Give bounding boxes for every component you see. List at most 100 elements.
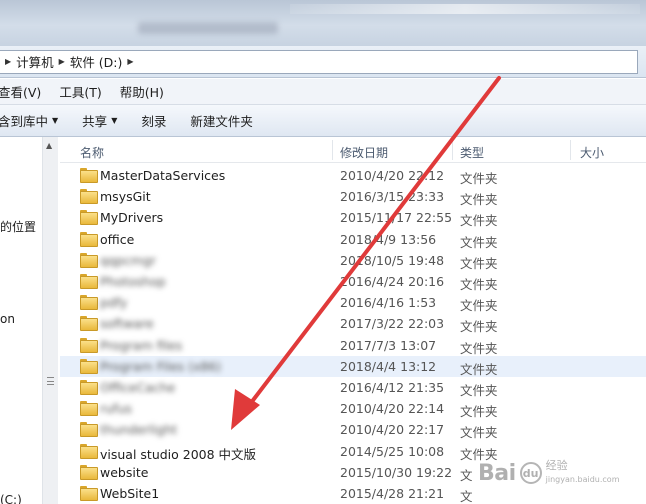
breadcrumb-computer[interactable]: 计算机 bbox=[16, 52, 54, 71]
share-label: 共享 bbox=[82, 114, 108, 129]
new-folder-button[interactable]: 新建文件夹 bbox=[178, 111, 265, 130]
dropdown-caret-icon: ▼ bbox=[111, 116, 118, 125]
file-type: 文件夹 bbox=[460, 171, 498, 186]
file-name: website bbox=[100, 464, 149, 480]
nav-item-position[interactable]: 的位置 bbox=[0, 218, 36, 235]
file-row[interactable]: OfficeCache 2016/4/12 21:35 文件夹 bbox=[60, 377, 646, 398]
file-name: thunderlight bbox=[100, 422, 178, 438]
file-date: 2015/4/28 21:21 bbox=[340, 486, 445, 501]
column-divider[interactable] bbox=[570, 140, 571, 160]
file-name: OfficeCache bbox=[100, 380, 176, 395]
file-date: 2016/4/16 1:53 bbox=[340, 295, 437, 311]
file-date: 2010/4/20 22:12 bbox=[340, 168, 445, 183]
titlebar-glass-highlight bbox=[290, 4, 640, 14]
column-type-header[interactable]: 类型 bbox=[460, 144, 484, 161]
file-name: WebSite1 bbox=[100, 486, 160, 501]
file-name: pdfy bbox=[100, 295, 128, 311]
file-date: 2010/4/20 22:14 bbox=[340, 401, 445, 417]
burn-button[interactable]: 刻录 bbox=[129, 111, 178, 130]
file-row[interactable]: office 2018/4/9 13:56 文件夹 bbox=[60, 229, 646, 250]
scrollbar-grip-icon[interactable] bbox=[47, 377, 54, 385]
folder-icon bbox=[80, 380, 98, 395]
file-name: Program Files (x86) bbox=[100, 358, 222, 374]
file-type: 文件夹 bbox=[460, 298, 498, 314]
file-type: 文件夹 bbox=[460, 404, 498, 420]
folder-icon bbox=[80, 358, 98, 374]
folder-icon bbox=[80, 231, 98, 247]
column-divider[interactable] bbox=[452, 140, 453, 160]
breadcrumb-chevron-icon[interactable]: ▶ bbox=[127, 57, 133, 66]
folder-icon bbox=[80, 210, 98, 226]
file-row[interactable]: thunderlight 2010/4/20 22:17 文件夹 bbox=[60, 419, 646, 440]
scroll-up-arrow-icon[interactable]: ▲ bbox=[46, 141, 52, 150]
watermark-line2: jingyan.baidu.com bbox=[545, 475, 620, 484]
file-date: 2016/4/12 21:35 bbox=[340, 380, 445, 395]
baidu-watermark: Bai du 经验 jingyan.baidu.com bbox=[478, 448, 642, 498]
watermark-logo-text: Bai bbox=[478, 460, 516, 486]
nav-item-drive-c[interactable]: (C:) bbox=[0, 493, 22, 504]
file-date: 2010/4/20 22:17 bbox=[340, 422, 445, 438]
column-size-header[interactable]: 大小 bbox=[580, 144, 604, 161]
file-row[interactable]: Photoshop 2016/4/24 20:16 文件夹 bbox=[60, 271, 646, 292]
nav-item-on[interactable]: on bbox=[0, 312, 15, 326]
file-name: Program files bbox=[100, 337, 183, 353]
folder-icon bbox=[80, 486, 98, 501]
folder-icon bbox=[80, 274, 98, 289]
file-name: visual studio 2008 中文版 bbox=[100, 446, 257, 462]
menu-tools[interactable]: 工具(T) bbox=[50, 82, 110, 101]
breadcrumb-chevron-icon[interactable]: ▶ bbox=[5, 57, 11, 66]
folder-icon bbox=[80, 189, 98, 205]
file-type: 文件夹 bbox=[460, 383, 498, 398]
window-titlebar bbox=[0, 0, 646, 46]
file-date: 2016/3/15 23:33 bbox=[340, 189, 445, 205]
column-divider[interactable] bbox=[332, 140, 333, 160]
file-row[interactable]: MasterDataServices 2010/4/20 22:12 文件夹 bbox=[60, 165, 646, 186]
breadcrumb-chevron-icon[interactable]: ▶ bbox=[59, 57, 65, 66]
breadcrumb-drive-d[interactable]: 软件 (D:) bbox=[70, 52, 123, 71]
address-breadcrumb[interactable]: ▶ 计算机 ▶ 软件 (D:) ▶ bbox=[0, 49, 638, 74]
file-row[interactable]: msysGit 2016/3/15 23:33 文件夹 bbox=[60, 186, 646, 207]
file-type: 文件夹 bbox=[460, 361, 498, 377]
column-header-row: ︿ 名称 修改日期 类型 大小 bbox=[60, 137, 646, 163]
menu-help[interactable]: 帮助(H) bbox=[111, 82, 173, 101]
file-name: MyDrivers bbox=[100, 210, 164, 226]
file-row[interactable]: qqpcmgr 2018/10/5 19:48 文件夹 bbox=[60, 250, 646, 271]
menu-view[interactable]: 查看(V) bbox=[0, 82, 50, 101]
include-in-library-button[interactable]: 含到库中 ▼ bbox=[0, 111, 70, 130]
file-name: rufus bbox=[100, 401, 132, 417]
menu-bar: 查看(V) 工具(T) 帮助(H) bbox=[0, 79, 646, 105]
file-row[interactable]: Program Files (x86) 2018/4/4 13:12 文件夹 bbox=[60, 355, 646, 377]
file-name: software bbox=[100, 316, 154, 332]
column-date-header[interactable]: 修改日期 bbox=[340, 144, 388, 161]
file-row[interactable]: rufus 2010/4/20 22:14 文件夹 bbox=[60, 398, 646, 419]
file-row[interactable]: software 2017/3/22 22:03 文件夹 bbox=[60, 313, 646, 334]
file-date: 2016/4/24 20:16 bbox=[340, 274, 445, 289]
file-type: 文件夹 bbox=[460, 277, 498, 292]
file-type: 文件夹 bbox=[460, 213, 498, 229]
folder-icon bbox=[80, 295, 98, 311]
folder-icon bbox=[80, 316, 98, 332]
file-date: 2015/10/30 19:22 bbox=[340, 464, 453, 480]
share-button[interactable]: 共享 ▼ bbox=[70, 111, 129, 130]
navigation-scrollbar[interactable]: ▲ bbox=[42, 137, 58, 504]
file-date: 2017/7/3 13:07 bbox=[340, 337, 437, 353]
file-type: 文件夹 bbox=[460, 192, 498, 208]
file-date: 2015/11/17 22:55 bbox=[340, 210, 453, 226]
dropdown-caret-icon: ▼ bbox=[52, 116, 59, 125]
file-date: 2018/10/5 19:48 bbox=[340, 252, 445, 268]
column-name-header[interactable]: 名称 bbox=[80, 144, 104, 161]
file-name: office bbox=[100, 231, 135, 247]
file-row[interactable]: pdfy 2016/4/16 1:53 文件夹 bbox=[60, 292, 646, 313]
file-row[interactable]: Program files 2017/7/3 13:07 文件夹 bbox=[60, 335, 646, 356]
address-bar: ▶ 计算机 ▶ 软件 (D:) ▶ bbox=[0, 46, 646, 78]
folder-icon bbox=[80, 337, 98, 353]
baidu-paw-icon: du bbox=[519, 462, 542, 484]
file-type: 文件夹 bbox=[460, 425, 498, 441]
file-date: 2018/4/4 13:12 bbox=[340, 358, 437, 374]
file-type: 文件夹 bbox=[460, 234, 498, 250]
file-date: 2017/3/22 22:03 bbox=[340, 316, 445, 332]
file-type: 文件夹 bbox=[460, 340, 498, 356]
file-date: 2014/5/25 10:08 bbox=[340, 443, 445, 459]
file-type: 文件夹 bbox=[460, 255, 498, 271]
file-row[interactable]: MyDrivers 2015/11/17 22:55 文件夹 bbox=[60, 207, 646, 228]
